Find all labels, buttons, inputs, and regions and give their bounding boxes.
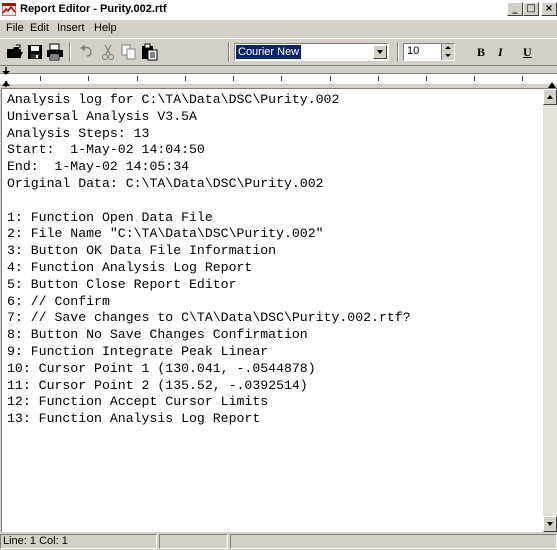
minimize-button[interactable]: _ [507,2,523,16]
ruler-tick [233,76,234,81]
chevron-down-icon[interactable] [373,45,387,59]
document-line[interactable]: Start: 1-May-02 14:04:50 [7,142,411,159]
document-line[interactable]: 2: File Name "C:\TA\Data\DSC\Purity.002" [7,226,411,243]
menu-insert[interactable]: Insert [57,22,85,34]
undo-icon[interactable] [78,43,96,61]
ruler-tick [137,76,138,81]
document-line[interactable]: 8: Button No Save Changes Confirmation [7,327,411,344]
document-line[interactable]: 5: Button Close Report Editor [7,277,411,294]
app-icon [2,3,16,16]
save-icon[interactable] [27,43,45,61]
document-line[interactable]: 7: // Save changes to C\TA\Data\DSC\Puri… [7,310,411,327]
menu-bar: File Edit Insert Help [0,20,557,38]
menu-file[interactable]: File [6,22,24,34]
copy-icon[interactable] [120,43,138,61]
ruler-tick [281,76,282,81]
report-editor-window: Report Editor - Purity.002.rtf _ □ × Fil… [0,0,557,550]
ruler [0,66,557,88]
indent-marker-icon[interactable] [1,67,13,87]
right-margin-marker-icon[interactable] [548,81,557,88]
menu-help[interactable]: Help [94,22,117,34]
document-line[interactable]: 6: // Confirm [7,294,411,311]
document-line[interactable]: 4: Function Analysis Log Report [7,260,411,277]
font-size-value: 10 [407,45,420,57]
print-icon[interactable] [46,43,64,61]
ruler-tick [40,76,41,81]
spin-down-icon[interactable] [445,54,451,57]
font-size-stepper[interactable]: 10 [403,43,455,61]
document-line[interactable]: Analysis log for C:\TA\Data\DSC\Purity.0… [7,92,411,109]
document-line[interactable] [7,193,411,210]
font-name-value: Courier New [236,45,302,59]
italic-button[interactable]: I [498,45,503,60]
document-line[interactable]: Universal Analysis V3.5A [7,109,411,126]
arrow-down-icon [547,522,553,526]
font-name-select[interactable]: Courier New [234,43,389,61]
toolbar-separator [69,42,71,62]
ruler-tick [330,76,331,81]
title-bar[interactable]: Report Editor - Purity.002.rtf _ □ × [0,0,557,20]
document-line[interactable]: 3: Button OK Data File Information [7,243,411,260]
window-title: Report Editor - Purity.002.rtf [20,3,167,15]
document-line[interactable]: 11: Cursor Point 2 (135.52, -.0392514) [7,378,411,395]
scroll-down-button[interactable] [543,516,557,532]
vertical-scrollbar[interactable] [543,89,557,532]
ruler-tick [185,76,186,81]
status-cursor-position: Line: 1 Col: 1 [0,534,157,549]
spin-up-icon[interactable] [445,46,451,49]
status-pane-3 [230,534,557,549]
document-line[interactable]: 9: Function Integrate Peak Linear [7,344,411,361]
underline-button[interactable]: U [523,45,532,60]
ruler-tick [474,76,475,81]
maximize-button[interactable]: □ [523,2,539,16]
document-line[interactable]: Original Data: C:\TA\Data\DSC\Purity.002 [7,176,411,193]
ruler-tick [378,76,379,81]
document-line[interactable]: 13: Function Analysis Log Report [7,411,411,428]
close-button[interactable]: × [541,2,557,16]
spin-buttons[interactable] [441,44,454,60]
ruler-tick [426,76,427,81]
document-line[interactable]: End: 1-May-02 14:05:34 [7,159,411,176]
document-line[interactable]: 12: Function Accept Cursor Limits [7,394,411,411]
status-pane-2 [159,534,228,549]
scroll-up-button[interactable] [543,89,557,105]
document-line[interactable]: 10: Cursor Point 1 (130.041, -.0544878) [7,361,411,378]
ruler-tick [88,76,89,81]
document-editor[interactable]: Analysis log for C:\TA\Data\DSC\Purity.0… [1,88,557,532]
open-icon[interactable] [6,43,24,61]
document-text[interactable]: Analysis log for C:\TA\Data\DSC\Purity.0… [7,92,411,428]
document-line[interactable]: Analysis Steps: 13 [7,126,411,143]
status-bar: Line: 1 Col: 1 [0,532,557,550]
bold-button[interactable]: B [477,45,485,60]
cut-icon[interactable] [99,43,117,61]
arrow-up-icon [547,95,553,99]
document-line[interactable]: 1: Function Open Data File [7,210,411,227]
ruler-tick [522,76,523,81]
toolbar-separator [397,42,399,62]
toolbar-separator [228,42,230,62]
menu-edit[interactable]: Edit [30,22,49,34]
toolbar: Courier New 10 B I U [0,38,557,66]
paste-icon[interactable] [141,43,159,61]
